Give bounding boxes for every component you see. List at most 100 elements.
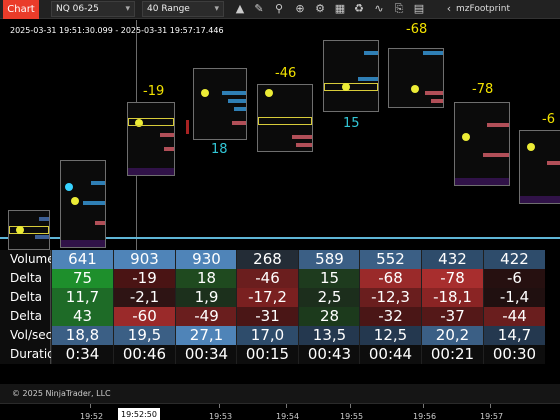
footprint-bar[interactable] bbox=[8, 210, 50, 250]
footprint-bar[interactable] bbox=[257, 84, 313, 152]
tick-mark bbox=[490, 404, 491, 408]
stats-cell: -46 bbox=[236, 269, 298, 288]
footprint-chart[interactable]: 2025-03-31 19:51:30.099 - 2025-03-31 19:… bbox=[0, 20, 560, 250]
poc-marker bbox=[527, 143, 535, 151]
footprint-bar[interactable] bbox=[127, 102, 175, 176]
chart-tab[interactable]: Chart bbox=[3, 0, 39, 19]
footprint-bar[interactable] bbox=[323, 40, 379, 112]
stats-cell: -31 bbox=[236, 307, 298, 326]
footprint-bar[interactable] bbox=[60, 160, 106, 248]
footprint-bar[interactable] bbox=[454, 102, 510, 186]
strategy-icon[interactable]: ♻ bbox=[352, 2, 366, 16]
stats-cell: 930 bbox=[175, 250, 237, 269]
tick-mark bbox=[90, 404, 91, 408]
poc-marker bbox=[265, 89, 273, 97]
stats-cell: 19,5 bbox=[113, 326, 175, 345]
poc-marker bbox=[342, 83, 350, 91]
stats-row: Duration 0:34 00:46 00:34 00:15 00:43 00:44 00:… bbox=[0, 345, 560, 364]
stats-row-label: Delta bbox=[0, 269, 51, 288]
bar-delta-label: -46 bbox=[275, 66, 297, 81]
bar-chart-icon[interactable]: ▲ bbox=[233, 2, 247, 16]
stats-row: Delta %11,7-2,11,9-17,22,5-12,3-18,1-1,4 bbox=[0, 288, 560, 323]
stats-cell: 13,5 bbox=[298, 326, 360, 345]
stats-cell: 18 bbox=[175, 269, 237, 288]
imbalance-marker bbox=[186, 120, 189, 134]
copyright-label: © 2025 NinjaTrader, LLC bbox=[0, 384, 560, 403]
indicator-icon[interactable]: ▤ bbox=[412, 2, 426, 16]
chart-toolbar: Chart NQ 06-25 ▾ 40 Range ▾ ▲ ✎ ⚲ ⊕ ⚙ ▦ … bbox=[0, 0, 560, 19]
stats-cell: 00:30 bbox=[483, 345, 545, 364]
poc-marker bbox=[411, 85, 419, 93]
tick-label: 19:52 bbox=[80, 412, 104, 420]
stats-cell: 00:21 bbox=[421, 345, 483, 364]
indicator-label: mzFootprint bbox=[456, 4, 511, 14]
poc-marker bbox=[201, 89, 209, 97]
footprint-bar[interactable] bbox=[519, 130, 560, 204]
chevron-down-icon: ▾ bbox=[125, 4, 130, 14]
tick-mark bbox=[286, 404, 287, 408]
tick-label: 19:54 bbox=[276, 412, 300, 420]
stats-cell: 14,7 bbox=[483, 326, 545, 345]
chevron-down-icon: ▾ bbox=[214, 4, 219, 14]
chart-style-icon[interactable]: ∿ bbox=[372, 2, 386, 16]
stats-row: Delta rate43-60-49-3128-32-37-44 bbox=[0, 307, 560, 342]
stats-row-label: Delta % bbox=[0, 288, 51, 323]
instrument-value: NQ 06-25 bbox=[56, 4, 99, 14]
instrument-selector[interactable]: NQ 06-25 ▾ bbox=[51, 1, 135, 17]
stats-cell: 432 bbox=[421, 250, 483, 269]
stats-cell: 0:34 bbox=[51, 345, 113, 364]
stats-cell: 00:43 bbox=[298, 345, 360, 364]
footprint-bar[interactable] bbox=[388, 48, 444, 108]
collapse-icon[interactable]: ‹ bbox=[442, 2, 456, 16]
stats-cell: -68 bbox=[359, 269, 421, 288]
stats-cell: -37 bbox=[421, 307, 483, 326]
tick-label: 19:53 bbox=[209, 412, 233, 420]
stats-cell: -12,3 bbox=[359, 288, 421, 307]
stats-cell: 2,5 bbox=[298, 288, 360, 307]
stats-cell: 589 bbox=[298, 250, 360, 269]
period-value: 40 Range bbox=[147, 4, 190, 14]
stats-cell: -19 bbox=[113, 269, 175, 288]
poc-highlight bbox=[324, 83, 378, 91]
stats-cell: 00:44 bbox=[359, 345, 421, 364]
stats-cell: 27,1 bbox=[175, 326, 237, 345]
poc-highlight bbox=[128, 118, 174, 126]
stats-cell: -6 bbox=[483, 269, 545, 288]
stats-cell: -17,2 bbox=[236, 288, 298, 307]
stats-row: Vol/sec 18,8 19,5 27,1 17,0 13,5 12,5 20,2 14,7 bbox=[0, 326, 560, 345]
poc-highlight bbox=[258, 117, 312, 125]
stats-cell: 552 bbox=[359, 250, 421, 269]
stats-cell: 422 bbox=[483, 250, 545, 269]
stats-cell: -49 bbox=[175, 307, 237, 326]
stats-cell: 00:46 bbox=[113, 345, 175, 364]
footprint-bar[interactable] bbox=[193, 68, 247, 140]
stats-cell: -44 bbox=[483, 307, 545, 326]
time-range-label: 2025-03-31 19:51:30.099 - 2025-03-31 19:… bbox=[10, 26, 224, 35]
stats-cell: 903 bbox=[113, 250, 175, 269]
bar-delta-label: 18 bbox=[211, 142, 228, 157]
stats-cell: 12,5 bbox=[359, 326, 421, 345]
pencil-icon[interactable]: ✎ bbox=[252, 2, 266, 16]
share-icon[interactable]: ⎘ bbox=[392, 2, 406, 16]
grid-icon[interactable]: ▦ bbox=[333, 2, 347, 16]
bar-delta-label: -78 bbox=[472, 82, 494, 97]
tick-label: 19:55 bbox=[340, 412, 364, 420]
stats-cell: -78 bbox=[421, 269, 483, 288]
crosshair-icon[interactable]: ⊕ bbox=[293, 2, 307, 16]
buy-marker bbox=[65, 183, 73, 191]
time-axis[interactable]: 19:52 19:53 19:54 19:55 19:56 19:57 19:52:50 bbox=[0, 403, 560, 420]
tick-label: 19:56 bbox=[413, 412, 437, 420]
tick-label: 19:57 bbox=[480, 412, 504, 420]
properties-icon[interactable]: ⚙ bbox=[313, 2, 327, 16]
stats-cell: 641 bbox=[51, 250, 113, 269]
stats-cell: 43 bbox=[51, 307, 113, 326]
bar-footer-tag bbox=[128, 168, 174, 175]
stats-cell: 28 bbox=[298, 307, 360, 326]
bar-footer-tag bbox=[520, 196, 560, 203]
period-selector[interactable]: 40 Range ▾ bbox=[142, 1, 224, 17]
tick-mark bbox=[219, 404, 220, 408]
bar-footer-tag bbox=[61, 240, 105, 247]
zoom-in-icon[interactable]: ⚲ bbox=[272, 2, 286, 16]
stats-cell: 18,8 bbox=[51, 326, 113, 345]
poc-marker bbox=[71, 197, 79, 205]
